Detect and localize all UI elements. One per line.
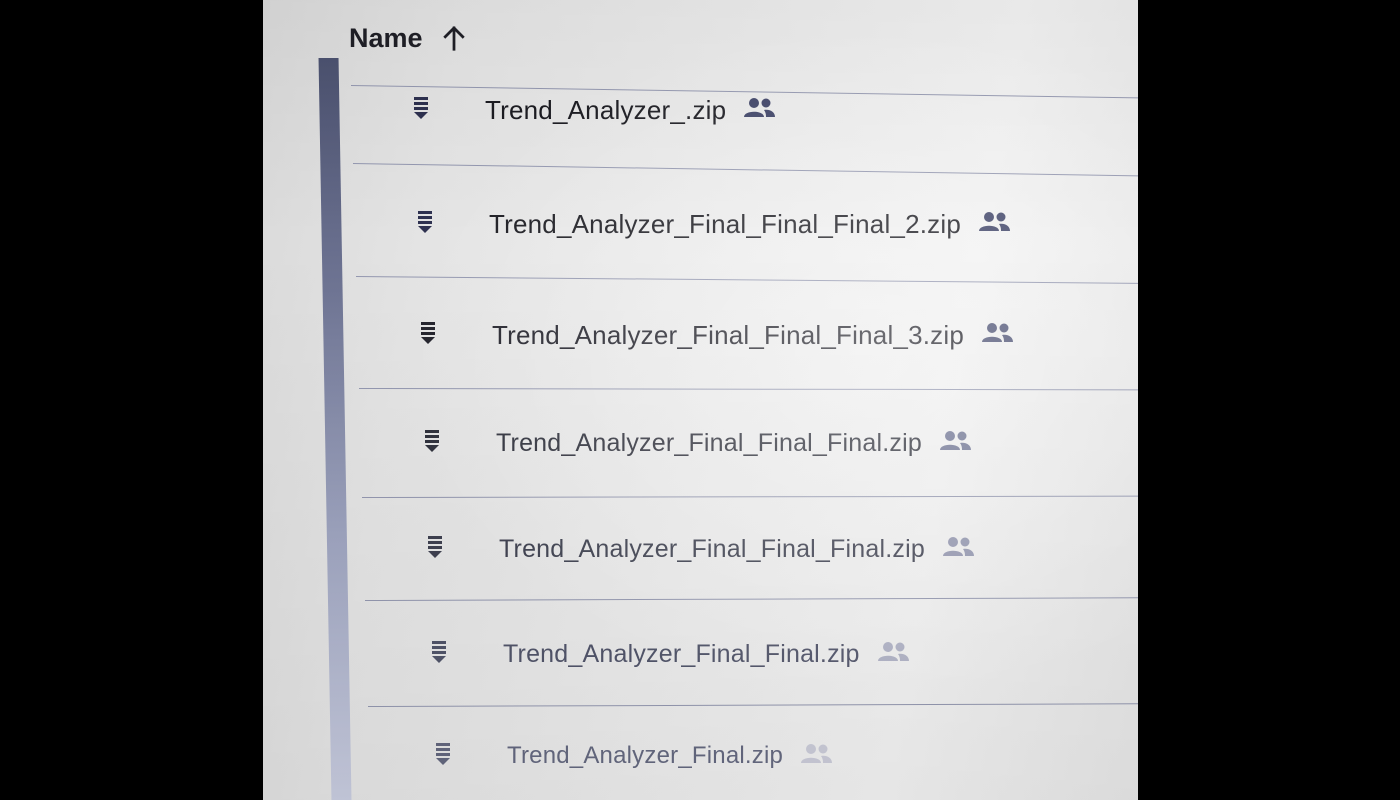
- row-divider: [358, 388, 1138, 391]
- file-row[interactable]: Trend_Analyzer_Final.zip: [433, 734, 833, 778]
- file-row[interactable]: Trend_Analyzer_.zip: [411, 88, 776, 132]
- file-name[interactable]: Trend_Analyzer_Final_Final_Final.zip: [496, 429, 922, 458]
- shared-people-icon: [977, 210, 1011, 239]
- file-row[interactable]: Trend_Analyzer_Final_Final.zip: [429, 632, 910, 676]
- zip-file-icon: [433, 741, 453, 772]
- row-divider: [367, 703, 1138, 707]
- zip-file-icon: [415, 209, 435, 240]
- file-name[interactable]: Trend_Analyzer_.zip: [485, 95, 726, 126]
- file-row[interactable]: Trend_Analyzer_Final_Final_Final_2.zip: [415, 202, 1011, 246]
- zip-file-icon: [422, 428, 442, 459]
- file-name[interactable]: Trend_Analyzer_Final_Final_Final.zip: [499, 535, 925, 564]
- file-list: Trend_Analyzer_.zip Trend_Analyzer_Final_…: [263, 0, 1138, 800]
- row-divider: [361, 495, 1138, 498]
- row-divider: [355, 276, 1138, 284]
- file-row[interactable]: Trend_Analyzer_Final_Final_Final_3.zip: [418, 313, 1014, 357]
- zip-file-icon: [429, 639, 449, 670]
- shared-people-icon: [799, 742, 833, 771]
- row-divider: [364, 597, 1138, 601]
- file-row[interactable]: Trend_Analyzer_Final_Final_Final.zip: [425, 527, 975, 571]
- row-divider: [352, 163, 1138, 177]
- shared-people-icon: [980, 321, 1014, 350]
- file-name[interactable]: Trend_Analyzer_Final.zip: [507, 742, 783, 770]
- zip-file-icon: [418, 320, 438, 351]
- file-name[interactable]: Trend_Analyzer_Final_Final_Final_2.zip: [489, 209, 961, 240]
- zip-file-icon: [425, 534, 445, 565]
- file-list-screen: Name Trend_Analyzer_.zip Trend_Analyzer_F…: [263, 0, 1138, 800]
- file-name[interactable]: Trend_Analyzer_Final_Final_Final_3.zip: [492, 320, 964, 351]
- shared-people-icon: [742, 96, 776, 125]
- file-name[interactable]: Trend_Analyzer_Final_Final.zip: [503, 640, 860, 669]
- shared-people-icon: [876, 640, 910, 669]
- zip-file-icon: [411, 95, 431, 126]
- shared-people-icon: [938, 429, 972, 458]
- shared-people-icon: [941, 535, 975, 564]
- file-row[interactable]: Trend_Analyzer_Final_Final_Final.zip: [422, 421, 972, 465]
